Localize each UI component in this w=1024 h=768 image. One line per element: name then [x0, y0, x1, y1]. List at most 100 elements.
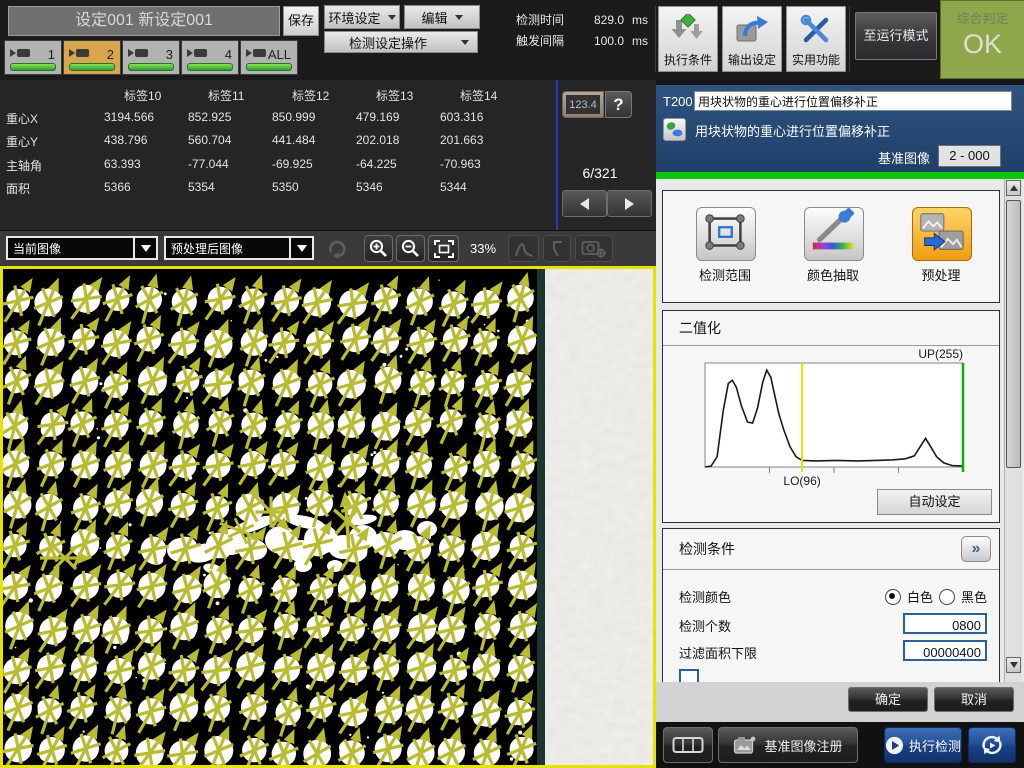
divider: [556, 80, 558, 230]
detect-count-row: 检测个数 0800: [663, 612, 1000, 638]
panel-tool-button-3[interactable]: [912, 207, 972, 261]
chevron-down-icon: [388, 15, 396, 20]
toolbar-button-3[interactable]: 实用功能: [786, 6, 846, 72]
profile-tool-icon: [543, 235, 571, 262]
image-history-button[interactable]: [663, 727, 713, 763]
top-bar: 设定001 新设定001 保存 环境设定 编辑 检测设定操作 1234ALL 检…: [0, 0, 1024, 80]
detect-color-row: 检测颜色 白色 黑色: [663, 583, 1000, 609]
image-viewer[interactable]: [0, 266, 656, 768]
run-label: 执行检测: [909, 736, 961, 755]
arrow-right-icon: [625, 198, 634, 210]
column-header: 标签14: [460, 87, 497, 104]
numeric-display-button[interactable]: 123.4: [562, 91, 604, 118]
chevron-down-icon[interactable]: [133, 238, 156, 258]
zoom-in-button[interactable]: [364, 235, 393, 262]
detect-color-label: 检测颜色: [679, 587, 731, 606]
register-reference-image-button[interactable]: 基准图像注册: [718, 727, 858, 763]
detection-condition-box: 检测条件 » 检测颜色 白色 黑色 检测个数 0800 过滤面积下限 00000…: [662, 528, 1000, 684]
zoom-out-button[interactable]: [396, 235, 425, 262]
expand-button[interactable]: »: [961, 536, 991, 562]
image-stage-dropdown[interactable]: 预处理后图像: [164, 236, 314, 260]
edit-menu[interactable]: 编辑: [404, 5, 480, 29]
arrow-up-icon: [1010, 185, 1018, 191]
image-source-dropdown[interactable]: 当前图像: [6, 236, 158, 260]
camera-tabs: 1 234ALL: [4, 40, 299, 75]
scrollbar-thumb[interactable]: [1006, 200, 1021, 468]
viewer-canvas[interactable]: [3, 269, 653, 765]
trigger-icon: [246, 49, 266, 57]
viewer-toolbar: 当前图像 预处理后图像 33%: [0, 230, 656, 266]
environment-settings-menu[interactable]: 环境设定: [324, 5, 400, 29]
continuous-run-button[interactable]: [968, 727, 1016, 763]
ok-button[interactable]: 确定: [848, 687, 928, 712]
capture-settings-icon: [575, 235, 613, 262]
black-radio[interactable]: [939, 589, 955, 605]
table-cell: 603.316: [440, 110, 483, 124]
stat-row: 触发间隔100.0ms: [516, 30, 651, 51]
detect-color-options: 白色 黑色: [885, 587, 987, 606]
status-bar: [187, 63, 233, 71]
camera-tab-ALL[interactable]: ALL: [240, 40, 298, 75]
filter-area-input[interactable]: 00000400: [903, 640, 987, 661]
binarization-histogram[interactable]: UP(255)LO(96): [665, 347, 999, 489]
toolbar-button-2[interactable]: 输出设定: [722, 6, 782, 72]
vision-inspection-app: 设定001 新设定001 保存 环境设定 编辑 检测设定操作 1234ALL 检…: [0, 0, 1024, 768]
panel-scrollbar[interactable]: [1004, 179, 1022, 682]
toolbar-button-1[interactable]: 执行条件: [658, 6, 718, 72]
tab-label: 2: [107, 47, 114, 62]
auto-set-button[interactable]: 自动设定: [877, 489, 992, 515]
dropdown-value: 当前图像: [8, 238, 133, 258]
status-bar: [246, 63, 292, 71]
status-bar: [128, 63, 174, 71]
panel-tool-button-1[interactable]: [696, 207, 756, 261]
zoom-level: 33%: [470, 241, 496, 256]
camera-tab-3[interactable]: 3: [122, 40, 180, 75]
detect-count-input[interactable]: 0800: [903, 613, 987, 634]
camera-tab-1[interactable]: 1: [4, 40, 62, 75]
tool-name-input[interactable]: 用块状物的重心进行位置偏移补正: [694, 91, 1012, 111]
chevron-down-icon[interactable]: [289, 238, 312, 258]
divider: [849, 6, 850, 72]
black-radio-label: 黑色: [961, 587, 987, 606]
tool-description: 用块状物的重心进行位置偏移补正: [695, 121, 890, 140]
reference-image-value[interactable]: 2 - 000: [938, 145, 1001, 167]
table-cell: 3194.566: [104, 110, 154, 124]
to-run-mode-button[interactable]: 至运行模式: [855, 12, 937, 60]
filmstrip-icon: [672, 735, 704, 755]
timing-stats: 检测时间829.0ms触发间隔100.0ms: [516, 9, 651, 51]
trigger-icon: [69, 49, 89, 57]
status-divider: [656, 172, 1024, 179]
table-cell: 5346: [356, 180, 383, 194]
next-page-button[interactable]: [607, 190, 652, 217]
row-label: 面积: [6, 180, 30, 197]
status-bar: [69, 63, 115, 71]
save-button[interactable]: 保存: [283, 6, 319, 36]
menu-label: 编辑: [421, 8, 447, 27]
binarization-box: 二值化 UP(255)LO(96) 自动设定: [662, 310, 1000, 523]
camera-icon: [733, 735, 757, 755]
results-area: 标签10标签11标签12标签13标签14重心X3194.566852.92585…: [0, 80, 656, 230]
detect-range-icon: [697, 245, 753, 262]
scroll-down-button[interactable]: [1006, 657, 1021, 673]
prev-page-button[interactable]: [562, 190, 607, 217]
run-detection-button[interactable]: 执行检测: [884, 727, 962, 763]
arrow-left-icon: [580, 198, 589, 210]
chevron-down-icon: [461, 40, 469, 45]
detect-settings-ops-menu[interactable]: 检测设定操作: [324, 31, 478, 53]
menu-label: 环境设定: [328, 8, 380, 27]
camera-tab-2[interactable]: 2: [63, 40, 121, 75]
help-button[interactable]: ?: [605, 91, 632, 118]
table-cell: 441.484: [272, 133, 315, 147]
table-cell: 202.018: [356, 133, 399, 147]
table-cell: -70.963: [440, 157, 481, 171]
status-bar: [10, 63, 56, 71]
table-cell: 5366: [104, 180, 131, 194]
judgement-value: OK: [941, 29, 1024, 60]
camera-tab-4[interactable]: 4: [181, 40, 239, 75]
scroll-up-button[interactable]: [1006, 180, 1021, 196]
white-radio[interactable]: [885, 589, 901, 605]
cancel-button[interactable]: 取消: [934, 687, 1014, 712]
fit-to-screen-button[interactable]: [428, 235, 459, 262]
filter-area-row: 过滤面积下限 00000400: [663, 639, 1000, 665]
panel-tool-button-2[interactable]: [804, 207, 864, 261]
